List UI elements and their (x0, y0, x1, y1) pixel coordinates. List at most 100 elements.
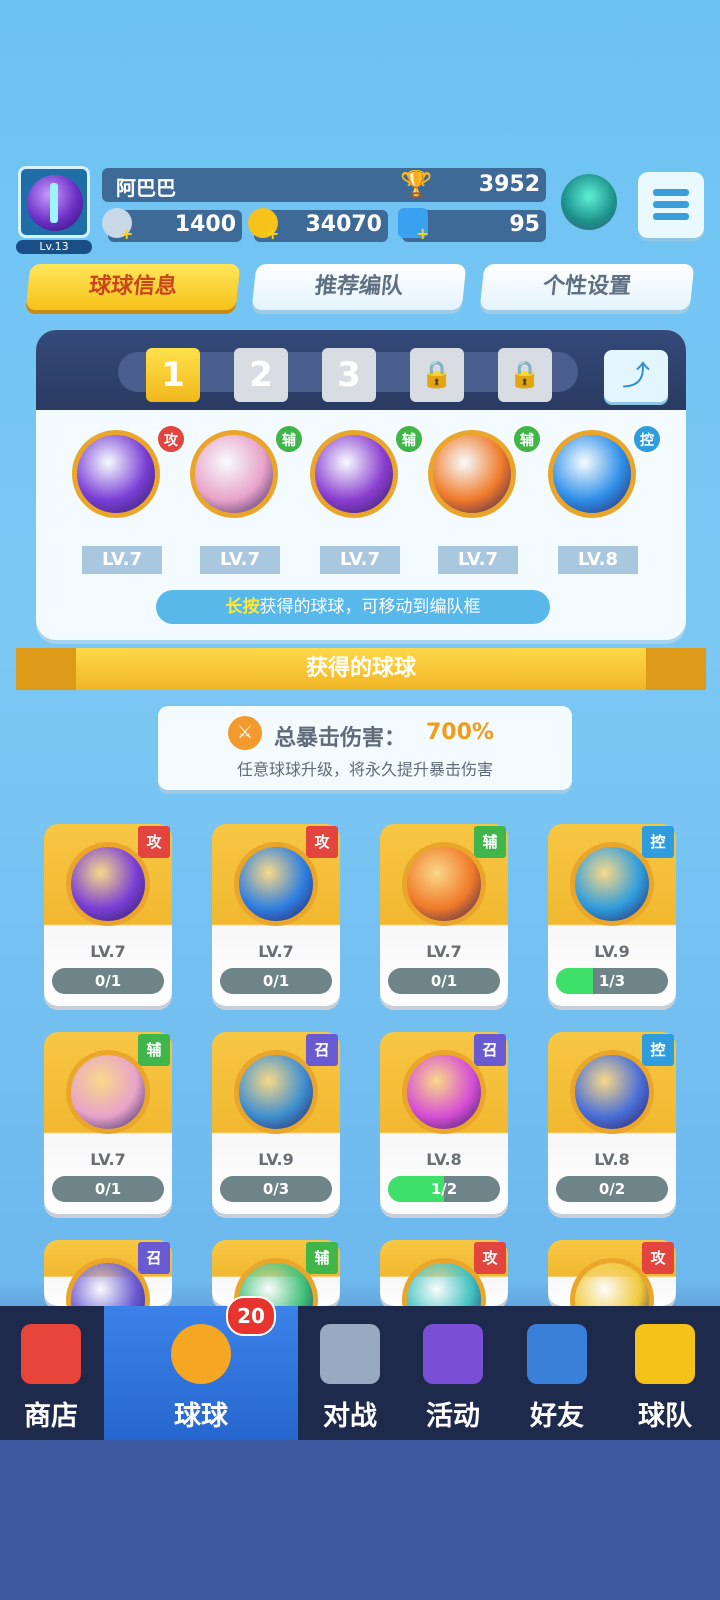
ball-level: LV.7 (90, 942, 126, 961)
ball-progress-bar: 0/1 (388, 968, 500, 994)
progress-text: 0/1 (430, 972, 458, 990)
nav-label: 活动 (426, 1401, 480, 1432)
hint-text: 获得的球球，可移动到编队框 (259, 597, 481, 617)
ball-type-badge: 辅 (138, 1034, 170, 1066)
tab-ball-info[interactable]: 球球信息 (25, 264, 241, 310)
ball-progress-bar: 0/3 (220, 1176, 332, 1202)
ball-icon (66, 842, 150, 926)
progress-text: 0/3 (262, 1180, 290, 1198)
energy-plus-icon[interactable]: + (120, 224, 133, 243)
ball-progress-bar: 0/1 (52, 1176, 164, 1202)
bottom-background (0, 1440, 720, 1600)
whistle-icon (635, 1324, 695, 1384)
party-popper-icon (423, 1324, 483, 1384)
team-ball-level: LV.7 (438, 546, 518, 574)
crit-sword-icon: ⚔ (228, 716, 262, 750)
ball-icon (570, 1050, 654, 1134)
ball-icon (402, 1050, 486, 1134)
team-ball-type-badge: 辅 (512, 424, 542, 454)
menu-line-icon (653, 201, 689, 208)
ball-icon (234, 1050, 318, 1134)
nav-tab-3[interactable]: 对战 (300, 1306, 400, 1440)
nav-label: 商店 (24, 1401, 78, 1432)
team-ball-type-badge: 控 (632, 424, 662, 454)
crit-value: 700% (426, 720, 494, 745)
menu-line-icon (653, 189, 689, 196)
progress-text: 1/2 (430, 1180, 458, 1198)
nav-tab-1[interactable]: 商店 (0, 1306, 102, 1440)
ball-level: LV.8 (426, 1150, 462, 1169)
ball-progress-bar: 1/3 (556, 968, 668, 994)
team-ball-2[interactable] (190, 430, 278, 518)
menu-button[interactable] (638, 172, 704, 238)
team-slot-2[interactable]: 2 (234, 348, 288, 402)
share-button[interactable]: ⤴ (604, 350, 668, 402)
team-slot-1[interactable]: 1 (146, 348, 200, 402)
ball-tab-badge: 20 (226, 1296, 276, 1336)
sword-icon (50, 183, 58, 223)
tab-personal-settings[interactable]: 个性设置 (479, 264, 695, 310)
hint-key: 长按 (225, 597, 260, 617)
ball-type-badge: 攻 (138, 826, 170, 858)
team-ball-level: LV.7 (320, 546, 400, 574)
ball-type-badge: 攻 (306, 826, 338, 858)
ball-type-badge: 攻 (642, 1242, 674, 1274)
ball-level: LV.8 (594, 1150, 630, 1169)
ball-type-badge: 召 (474, 1034, 506, 1066)
ball-icon (66, 1050, 150, 1134)
menu-line-icon (653, 213, 689, 220)
nav-tab-5[interactable]: 好友 (506, 1306, 608, 1440)
ball-icon (234, 842, 318, 926)
ball-progress-bar: 0/1 (52, 968, 164, 994)
ball-progress-bar: 0/1 (220, 968, 332, 994)
shop-icon (21, 1324, 81, 1384)
player-level: Lv.13 (16, 240, 92, 254)
ball-icon (171, 1324, 231, 1384)
player-name: 阿巴巴 (116, 176, 176, 200)
team-ball-3[interactable] (310, 430, 398, 518)
gold-plus-icon[interactable]: + (266, 224, 279, 243)
player-avatar[interactable] (18, 166, 90, 238)
team-slot-3[interactable]: 3 (322, 348, 376, 402)
team-ball-level: LV.7 (82, 546, 162, 574)
team-ball-type-badge: 攻 (156, 424, 186, 454)
ball-type-badge: 召 (306, 1034, 338, 1066)
team-ball-4[interactable] (428, 430, 516, 518)
team-ball-5[interactable] (548, 430, 636, 518)
ball-level: LV.9 (258, 1150, 294, 1169)
team-ball-level: LV.7 (200, 546, 280, 574)
progress-text: 1/3 (598, 972, 626, 990)
ball-type-badge: 攻 (474, 1242, 506, 1274)
ball-type-badge: 辅 (474, 826, 506, 858)
progress-text: 0/1 (94, 1180, 122, 1198)
team-slot-5-lock-icon[interactable]: 🔒 (498, 348, 552, 402)
swords-icon (320, 1324, 380, 1384)
team-ball-level: LV.8 (558, 546, 638, 574)
team-slot-4-lock-icon[interactable]: 🔒 (410, 348, 464, 402)
ball-type-badge: 控 (642, 826, 674, 858)
trophy-icon: 🏆 (400, 170, 433, 200)
gems-plus-icon[interactable]: + (416, 224, 429, 243)
ball-type-badge: 召 (138, 1242, 170, 1274)
progress-text: 0/2 (598, 1180, 626, 1198)
tab-recommended-team[interactable]: 推荐编队 (251, 264, 467, 310)
trophy-count: 3952 (478, 172, 540, 197)
rank-badge-icon[interactable] (561, 174, 617, 230)
gold-value: 34070 (305, 212, 382, 237)
ball-type-badge: 控 (642, 1034, 674, 1066)
share-icon: ⤴ (621, 359, 650, 392)
ball-type-badge: 辅 (306, 1242, 338, 1274)
team-hint: 长按获得的球球，可移动到编队框 (156, 590, 550, 624)
ball-level: LV.7 (90, 1150, 126, 1169)
crit-label: 总暴击伤害： (274, 726, 407, 751)
nav-label: 对战 (323, 1401, 377, 1432)
team-ball-type-badge: 辅 (274, 424, 304, 454)
team-ball-type-badge: 辅 (394, 424, 424, 454)
friends-book-icon (527, 1324, 587, 1384)
progress-text: 0/1 (94, 972, 122, 990)
nav-tab-4[interactable]: 活动 (402, 1306, 504, 1440)
nav-tab-6[interactable]: 球队 (610, 1306, 720, 1440)
gems-value: 95 (509, 212, 540, 237)
team-ball-1[interactable] (72, 430, 160, 518)
ball-progress-bar: 0/2 (556, 1176, 668, 1202)
